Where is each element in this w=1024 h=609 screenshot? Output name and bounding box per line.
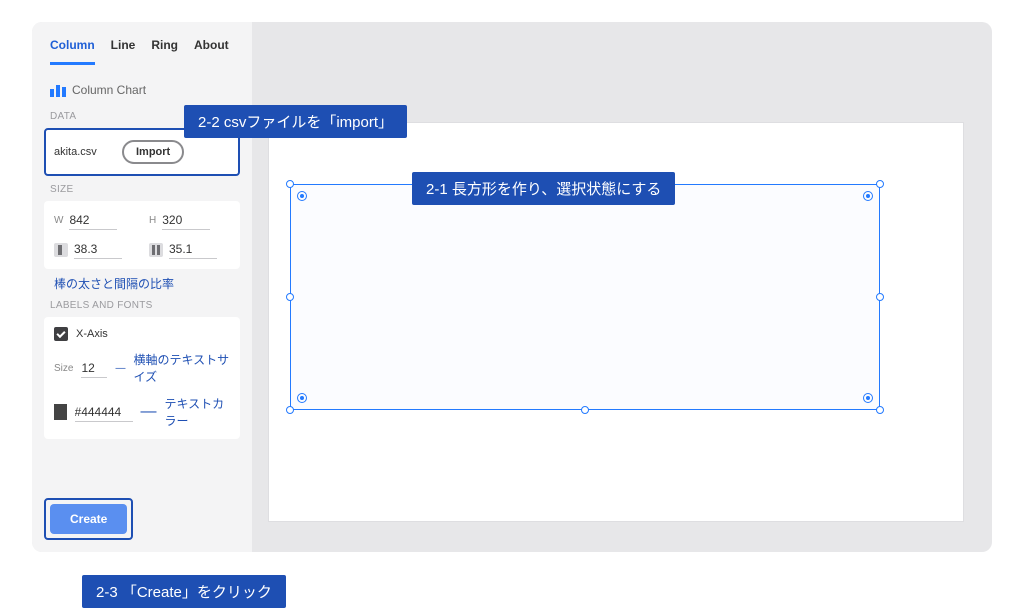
width-label: W (54, 215, 63, 226)
tab-ring[interactable]: Ring (151, 38, 178, 65)
resize-handle-b[interactable] (581, 406, 589, 414)
height-input[interactable] (162, 211, 210, 230)
section-size-label: SIZE (32, 176, 252, 201)
resize-handle-r[interactable] (876, 293, 884, 301)
callout-create: 2-3 「Create」をクリック (82, 575, 286, 608)
create-button[interactable]: Create (50, 504, 127, 534)
resize-handle-l[interactable] (286, 293, 294, 301)
create-highlight: Create (44, 498, 133, 540)
rotate-handle-tr[interactable] (863, 191, 873, 201)
tab-line[interactable]: Line (111, 38, 136, 65)
csv-filename: akita.csv (54, 146, 114, 158)
import-button[interactable]: Import (122, 140, 184, 164)
xaxis-label: X-Axis (76, 328, 108, 340)
tab-column[interactable]: Column (50, 38, 95, 65)
rotate-handle-br[interactable] (863, 393, 873, 403)
gap-width-icon (149, 243, 163, 257)
text-color-swatch[interactable] (54, 404, 67, 420)
bar-width-input[interactable] (74, 240, 122, 259)
labels-card: X-Axis Size — 横軸のテキストサイズ — テキストカラー (44, 317, 240, 439)
section-labels-label: LABELS AND FONTS (32, 292, 252, 317)
resize-handle-tr[interactable] (876, 180, 884, 188)
column-chart-icon (50, 83, 66, 97)
chart-type-title: Column Chart (32, 65, 252, 103)
tcolor-note: テキストカラー (165, 395, 230, 429)
font-size-input[interactable] (81, 359, 107, 378)
resize-handle-bl[interactable] (286, 406, 294, 414)
xaxis-checkbox[interactable] (54, 327, 68, 341)
rotate-handle-bl[interactable] (297, 393, 307, 403)
text-color-input[interactable] (75, 403, 133, 422)
dash-2: — (141, 403, 157, 421)
selected-rectangle[interactable] (290, 184, 880, 410)
size-card: W H (44, 201, 240, 269)
sidebar: Column Line Ring About Column Chart DATA… (32, 22, 252, 552)
width-input[interactable] (69, 211, 117, 230)
rotate-handle-tl[interactable] (297, 191, 307, 201)
resize-handle-br[interactable] (876, 406, 884, 414)
xsize-note: 横軸のテキストサイズ (133, 351, 230, 385)
font-size-label: Size (54, 363, 73, 374)
callout-import: 2-2 csvファイルを「import」 (184, 105, 407, 138)
callout-rectangle: 2-1 長方形を作り、選択状態にする (412, 172, 675, 205)
dash-1: — (115, 363, 125, 374)
height-label: H (149, 215, 156, 226)
bar-width-icon (54, 243, 68, 257)
ratio-note: 棒の太さと間隔の比率 (32, 269, 252, 292)
tab-about[interactable]: About (194, 38, 229, 65)
tab-bar: Column Line Ring About (32, 22, 252, 65)
gap-width-input[interactable] (169, 240, 217, 259)
resize-handle-tl[interactable] (286, 180, 294, 188)
chart-type-label: Column Chart (72, 83, 146, 97)
